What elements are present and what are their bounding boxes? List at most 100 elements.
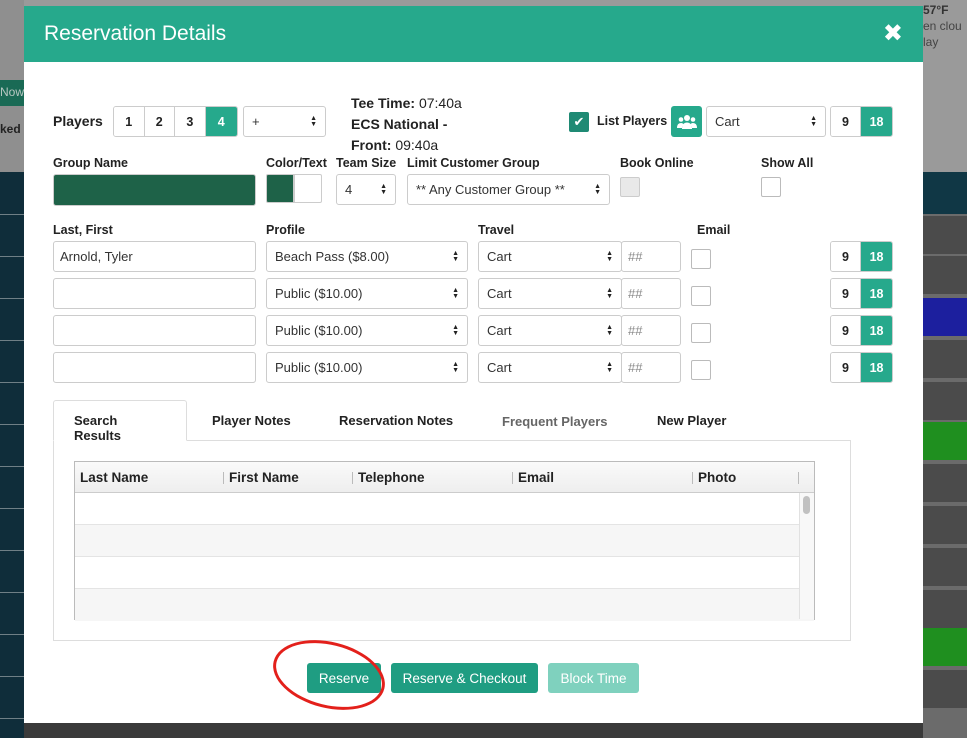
extra-players-select[interactable]: + ▲ ▼ <box>243 106 326 137</box>
player-count-3[interactable]: 3 <box>175 107 206 136</box>
table-row[interactable] <box>75 525 814 557</box>
select-arrows-icon: ▲ ▼ <box>606 323 613 337</box>
holes-selector: 9 18 <box>830 106 893 137</box>
front-label: Front: <box>351 137 392 153</box>
modal-title: Reservation Details <box>44 22 227 45</box>
check-icon: ✔ <box>573 114 585 129</box>
player-holes-selector: 9 18 <box>830 315 893 346</box>
player-travel-select[interactable]: Cart ▲ ▼ <box>478 278 622 309</box>
limit-customer-group-value: ** Any Customer Group ** <box>416 182 565 197</box>
table-row[interactable] <box>75 557 814 589</box>
select-arrows-icon: ▲ ▼ <box>810 114 817 128</box>
table-row[interactable] <box>75 589 814 621</box>
profile-value: Public ($10.00) <box>275 360 363 375</box>
book-online-checkbox[interactable] <box>620 177 640 197</box>
travel-header: Travel <box>478 223 515 237</box>
background-label: ked <box>0 122 21 136</box>
tee-slot <box>923 548 967 586</box>
group-name-input[interactable] <box>53 174 256 206</box>
player-name-input[interactable] <box>53 352 256 383</box>
player-count-1[interactable]: 1 <box>114 107 145 136</box>
group-color-swatch[interactable] <box>266 174 294 203</box>
player-profile-select[interactable]: Public ($10.00) ▲ ▼ <box>266 315 468 346</box>
extra-players-value: + <box>252 114 260 129</box>
tab-search-results[interactable]: Search Results <box>53 400 187 443</box>
tee-slot-booked <box>923 628 967 666</box>
tab-reservation-notes[interactable]: Reservation Notes <box>339 413 453 428</box>
player-profile-select[interactable]: Beach Pass ($8.00) ▲ ▼ <box>266 241 468 272</box>
column-first-name[interactable]: First Name <box>229 470 299 485</box>
show-all-label: Show All <box>761 156 814 170</box>
holes-18-button[interactable]: 18 <box>861 107 892 136</box>
holes-9-button[interactable]: 9 <box>831 353 862 382</box>
column-photo[interactable]: Photo <box>698 470 736 485</box>
front-time-value: 09:40a <box>395 137 439 153</box>
travel-default-select[interactable]: Cart ▲ ▼ <box>706 106 826 137</box>
column-last-name[interactable]: Last Name <box>80 470 148 485</box>
tee-slot <box>923 256 967 294</box>
reserve-checkout-button[interactable]: Reserve & Checkout <box>391 663 538 693</box>
background-footer <box>24 723 923 738</box>
player-travel-select[interactable]: Cart ▲ ▼ <box>478 315 622 346</box>
player-profile-select[interactable]: Public ($10.00) ▲ ▼ <box>266 352 468 383</box>
close-icon[interactable]: ✖ <box>883 22 903 46</box>
travel-value: Cart <box>487 286 512 301</box>
tee-time-value: 07:40a <box>418 95 462 111</box>
player-name-input[interactable] <box>53 278 256 309</box>
holes-18-button[interactable]: 18 <box>861 279 892 308</box>
background-tee-sheet <box>0 172 24 738</box>
tab-player-notes[interactable]: Player Notes <box>212 413 291 428</box>
player-email-checkbox[interactable] <box>691 249 711 269</box>
cart-number-input[interactable]: ## <box>621 278 681 309</box>
player-travel-select[interactable]: Cart ▲ ▼ <box>478 241 622 272</box>
team-size-select[interactable]: 4 ▲ ▼ <box>336 174 396 205</box>
limit-customer-group-select[interactable]: ** Any Customer Group ** ▲ ▼ <box>407 174 610 205</box>
weather-day: lay <box>923 35 939 49</box>
player-name-input[interactable] <box>53 315 256 346</box>
player-count-4[interactable]: 4 <box>205 107 237 136</box>
cart-number-input[interactable]: ## <box>621 315 681 346</box>
holes-18-button[interactable]: 18 <box>861 242 892 271</box>
tee-slot <box>923 670 967 708</box>
cart-number-input[interactable]: ## <box>621 352 681 383</box>
table-row[interactable] <box>75 493 814 525</box>
block-time-button[interactable]: Block Time <box>548 663 639 693</box>
team-size-value: 4 <box>345 182 353 197</box>
player-profile-select[interactable]: Public ($10.00) ▲ ▼ <box>266 278 468 309</box>
limit-customer-group-label: Limit Customer Group <box>407 156 540 170</box>
player-travel-select[interactable]: Cart ▲ ▼ <box>478 352 622 383</box>
player-email-checkbox[interactable] <box>691 286 711 306</box>
table-header: Last Name First Name Telephone Email Pho… <box>75 462 814 493</box>
player-email-checkbox[interactable] <box>691 360 711 380</box>
select-arrows-icon: ▲ ▼ <box>606 249 613 263</box>
list-players-checkbox[interactable]: ✔ <box>569 112 589 132</box>
column-telephone[interactable]: Telephone <box>358 470 425 485</box>
players-label: Players <box>53 113 103 129</box>
tab-divider <box>186 440 851 441</box>
travel-value: Cart <box>487 360 512 375</box>
table-scrollbar[interactable] <box>799 493 814 619</box>
holes-18-button[interactable]: 18 <box>861 316 892 345</box>
player-email-checkbox[interactable] <box>691 323 711 343</box>
holes-9-button[interactable]: 9 <box>831 107 862 136</box>
select-arrows-icon: ▲ ▼ <box>452 323 459 337</box>
player-holes-selector: 9 18 <box>830 278 893 309</box>
column-email[interactable]: Email <box>518 470 554 485</box>
select-arrows-icon: ▲ ▼ <box>452 249 459 263</box>
tab-frequent-players[interactable]: Frequent Players <box>502 414 608 429</box>
group-users-button[interactable] <box>671 106 702 137</box>
player-name-input[interactable]: Arnold, Tyler <box>53 241 256 272</box>
holes-9-button[interactable]: 9 <box>831 316 862 345</box>
player-holes-selector: 9 18 <box>830 352 893 383</box>
player-count-2[interactable]: 2 <box>144 107 176 136</box>
tab-new-player[interactable]: New Player <box>657 413 726 428</box>
tee-slot <box>923 590 967 628</box>
text-color-swatch[interactable] <box>294 174 322 203</box>
holes-9-button[interactable]: 9 <box>831 242 862 271</box>
cart-number-input[interactable]: ## <box>621 241 681 272</box>
show-all-checkbox[interactable] <box>761 177 781 197</box>
scrollbar-thumb[interactable] <box>803 496 810 514</box>
select-arrows-icon: ▲ ▼ <box>594 182 601 196</box>
holes-9-button[interactable]: 9 <box>831 279 862 308</box>
holes-18-button[interactable]: 18 <box>861 353 892 382</box>
